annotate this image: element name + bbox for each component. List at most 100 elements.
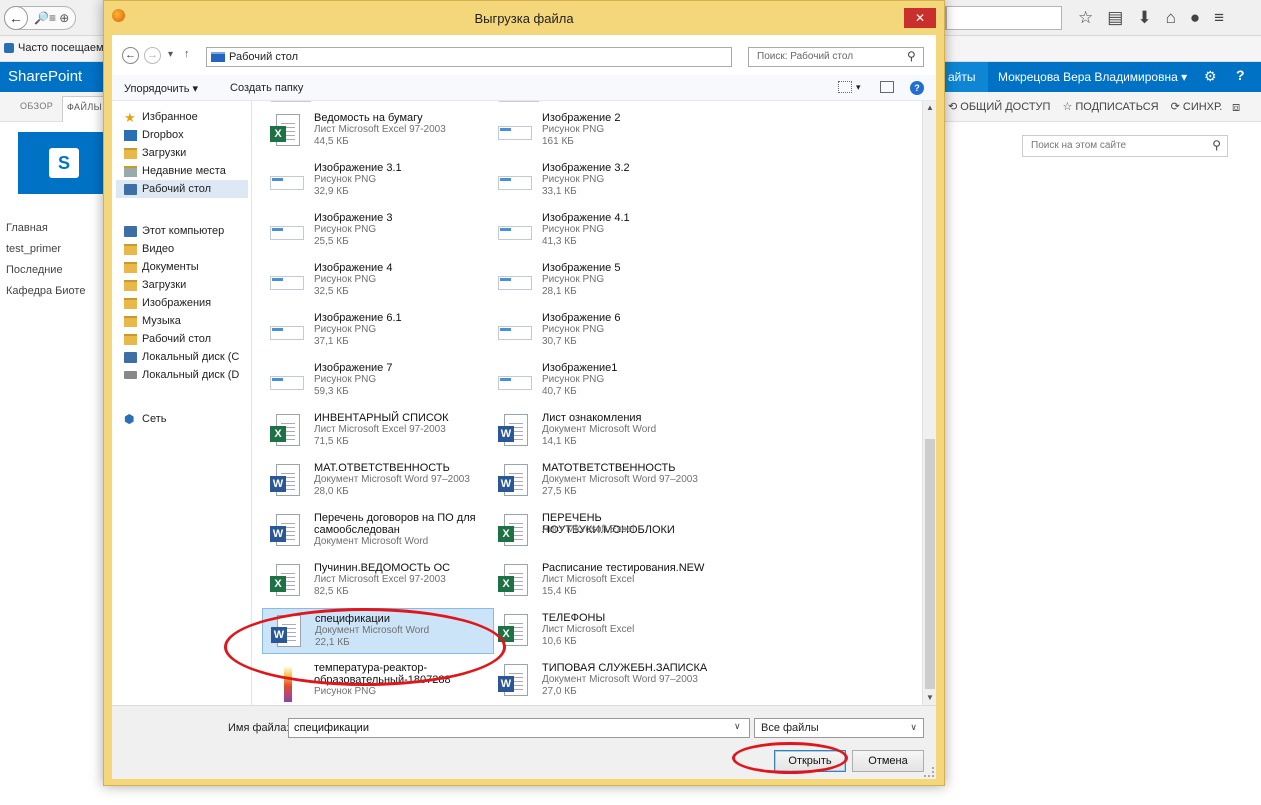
file-item[interactable]: Изображение 3.1 Рисунок PNG 32,9 КБ [262,158,494,204]
file-item[interactable]: W МАТОТВЕТСТВЕННОСТЬ Документ Microsoft Wo… [490,458,722,504]
back-arrow-icon[interactable]: ← [122,47,139,64]
quick-launch-item[interactable]: Главная [6,222,85,234]
file-item[interactable]: Изображение 5 Рисунок PNG 28,1 КБ [490,258,722,304]
close-button[interactable]: ✕ [904,8,936,28]
resize-grip-icon[interactable] [924,767,934,777]
nav-downloads-pc[interactable]: Загрузки [124,279,186,291]
file-item[interactable]: Изображение 4.1 Рисунок PNG 41,3 КБ [490,208,722,254]
ribbon-tab-files[interactable]: ФАЙЛЫ [62,96,107,122]
nav-recent-places[interactable]: Недавние места [124,165,226,177]
preview-pane-icon[interactable] [880,81,894,93]
sharepoint-brand[interactable]: SharePoint [8,68,82,85]
file-item[interactable]: Изображение 2 Рисунок PNG 161 КБ [490,108,722,154]
chevron-down-icon[interactable]: ∨ [910,722,917,733]
browser-identity-icons[interactable]: 🔎≡ ⊕ [34,11,69,25]
follow-action[interactable]: ☆ ПОДПИСАТЬСЯ [1062,100,1158,113]
nav-favorites[interactable]: ★ Избранное [124,111,198,124]
image-icon [498,314,532,350]
sync-action[interactable]: ⟳ СИНХР. [1171,100,1223,113]
forward-arrow-icon[interactable]: → [144,47,161,64]
site-search-box[interactable]: Поиск на этом сайте ⚲ [1022,135,1228,157]
word-icon: W [498,664,532,700]
menu-icon[interactable]: ≡ [1214,8,1224,28]
nav-local-disk-c[interactable]: Локальный диск (C [124,351,239,363]
help-icon[interactable]: ? [1236,67,1245,83]
downloads-icon[interactable]: ⬇ [1137,8,1151,28]
focus-content-icon[interactable]: ⧈ [1232,99,1240,115]
nav-videos[interactable]: Видео [124,243,174,255]
file-item[interactable]: Изображение 4 Рисунок PNG 32,5 КБ [262,258,494,304]
scroll-thumb[interactable] [925,439,935,689]
up-arrow-icon[interactable]: ↑ [184,48,190,60]
scroll-down-icon[interactable]: ▼ [923,691,937,705]
file-item[interactable]: W Перечень договоров на ПО для самообслед… [262,508,494,554]
file-item[interactable]: Изображение 6 Рисунок PNG 30,7 КБ [490,308,722,354]
view-dropdown-icon[interactable]: ▾ [856,82,861,93]
address-bar[interactable]: Рабочий стол ∨ ↻ [206,47,820,67]
file-item[interactable]: X Ведомость на бумагу Лист Microsoft Excel… [262,108,494,154]
change-view-icon[interactable] [838,81,852,93]
ribbon-tab-browse[interactable]: ОБЗОР [20,101,53,111]
file-item[interactable]: X ИНВЕНТАРНЫЙ СПИСОК Лист Microsoft Excel … [262,408,494,454]
bookmark-star-icon[interactable]: ☆ [1078,8,1093,28]
bookmarks-list-icon[interactable]: ▤ [1107,8,1123,28]
sites-link[interactable]: айты [944,62,988,92]
search-icon[interactable]: ⚲ [907,49,916,63]
filename-dropdown-icon[interactable]: ∨ [734,721,741,732]
file-item[interactable]: W МАТ.ОТВЕТСТВЕННОСТЬ Документ Microsoft W… [262,458,494,504]
nav-documents[interactable]: Документы [124,261,199,273]
nav-network[interactable]: ⬢ Сеть [124,413,166,426]
recent-locations-chevron-icon[interactable]: ▾ [168,49,173,60]
organize-menu[interactable]: Упорядочить ▾ [124,82,198,95]
file-item[interactable]: X ПЕРЕЧЕНЬ НОУТБУКИ.МОНОБЛОКИ Лист Microso… [490,508,722,554]
file-item[interactable]: Wспецификации Документ Microsoft Word 22,1… [262,608,494,654]
file-item[interactable]: температура-реактор-образовательный-1807… [262,658,494,704]
user-menu[interactable]: Мокрецова Вера Владимировна ▾ [998,70,1187,84]
nav-desktop[interactable]: Рабочий стол [124,333,211,345]
new-folder-button[interactable]: Создать папку [230,82,303,94]
home-icon[interactable]: ⌂ [1166,8,1176,28]
cancel-button[interactable]: Отмена [852,750,924,772]
quick-launch-item[interactable]: test_primer [6,243,85,255]
file-type: Документ Microsoft Word 97–2003 [314,474,470,485]
help-icon[interactable]: ? [910,81,924,95]
nav-desktop-favorite[interactable]: Рабочий стол [116,180,248,198]
file-type-filter[interactable]: Все файлы ∨ [754,718,924,738]
file-item[interactable]: Изображение 7 Рисунок PNG 59,3 КБ [262,358,494,404]
site-logo[interactable]: S [18,132,110,194]
search-icon[interactable]: ⚲ [1212,138,1221,152]
nav-dropbox[interactable]: Dropbox [124,129,184,141]
browser-search-input[interactable] [946,6,1062,30]
nav-downloads[interactable]: Загрузки [124,147,186,159]
scroll-up-icon[interactable]: ▲ [923,101,937,115]
browser-back-button[interactable]: ← [4,6,28,30]
nav-local-disk-d[interactable]: Локальный диск (D [124,369,239,381]
file-item[interactable]: W Лист ознакомления Документ Microsoft Wor… [490,408,722,454]
file-item[interactable]: W ТИПОВАЯ СЛУЖЕБН.ЗАПИСКА Документ Microso… [490,658,722,704]
share-action[interactable]: ⟲ ОБЩИЙ ДОСТУП [948,100,1050,113]
file-name: Изображение 4 [314,262,393,274]
bookmark-most-visited[interactable]: Часто посещаем [4,42,104,54]
nav-music[interactable]: Музыка [124,315,181,327]
file-item[interactable]: Изображение1 Рисунок PNG 40,7 КБ [490,358,722,404]
nav-this-pc[interactable]: Этот компьютер [124,225,224,237]
file-item[interactable]: X Расписание тестирования.NEW Лист Microso… [490,558,722,604]
file-type: Рисунок PNG [542,374,605,385]
chat-icon[interactable]: ● [1190,8,1200,28]
file-name: Изображение 3.1 [314,162,402,174]
open-button[interactable]: Открыть [774,750,846,772]
file-item[interactable]: Изображение 3 Рисунок PNG 25,5 КБ [262,208,494,254]
file-item[interactable]: Изображение 6.1 Рисунок PNG 37,1 КБ [262,308,494,354]
settings-gear-icon[interactable]: ⚙ [1204,68,1217,85]
filename-input[interactable] [288,718,750,738]
quick-launch-item[interactable]: Последние [6,264,85,276]
quick-launch-item[interactable]: Кафедра Биоте [6,285,85,297]
file-list-scrollbar[interactable]: ▲ ▼ [922,101,936,705]
file-item[interactable]: X Пучинин.ВЕДОМОСТЬ ОС Лист Microsoft Exce… [262,558,494,604]
file-item[interactable]: X ТЕЛЕФОНЫ Лист Microsoft Excel 10,6 КБ [490,608,722,654]
search-input[interactable]: Поиск: Рабочий стол ⚲ [748,47,924,67]
file-type: Документ Microsoft Word [542,424,657,435]
nav-pictures[interactable]: Изображения [124,297,211,309]
file-item[interactable]: Изображение 3.2 Рисунок PNG 33,1 КБ [490,158,722,204]
dialog-title-bar[interactable]: Выгрузка файла ✕ [104,1,944,31]
